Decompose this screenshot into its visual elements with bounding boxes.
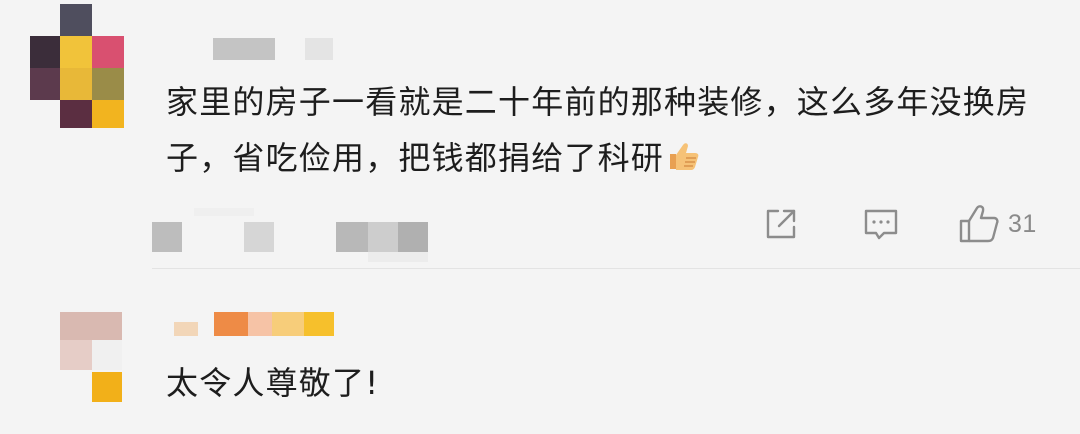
avatar[interactable] — [60, 300, 124, 404]
avatar[interactable] — [30, 4, 124, 128]
like-button[interactable]: 31 — [958, 204, 1037, 244]
comment-text: 家里的房子一看就是二十年前的那种装修，这么多年没换房子，省吃俭用，把钱都捐给了科… — [166, 74, 1046, 186]
comment-text-content: 家里的房子一看就是二十年前的那种装修，这么多年没换房子，省吃俭用，把钱都捐给了科… — [166, 83, 1030, 177]
username[interactable] — [166, 304, 346, 340]
share-button[interactable] — [762, 204, 800, 244]
comment-meta — [152, 208, 442, 262]
divider — [152, 268, 1080, 269]
share-icon[interactable] — [762, 205, 800, 243]
comment-icon[interactable] — [862, 205, 900, 243]
reply-button[interactable] — [862, 204, 900, 244]
thumbs-up-emoji-icon — [666, 132, 700, 170]
comment-item: 家里的房子一看就是二十年前的那种装修，这么多年没换房子，省吃俭用，把钱都捐给了科… — [0, 0, 1080, 268]
username[interactable] — [213, 38, 363, 60]
thumbs-up-icon[interactable] — [958, 204, 1000, 244]
like-count: 31 — [1008, 209, 1037, 238]
comment-text: 太令人尊敬了! — [166, 364, 380, 402]
